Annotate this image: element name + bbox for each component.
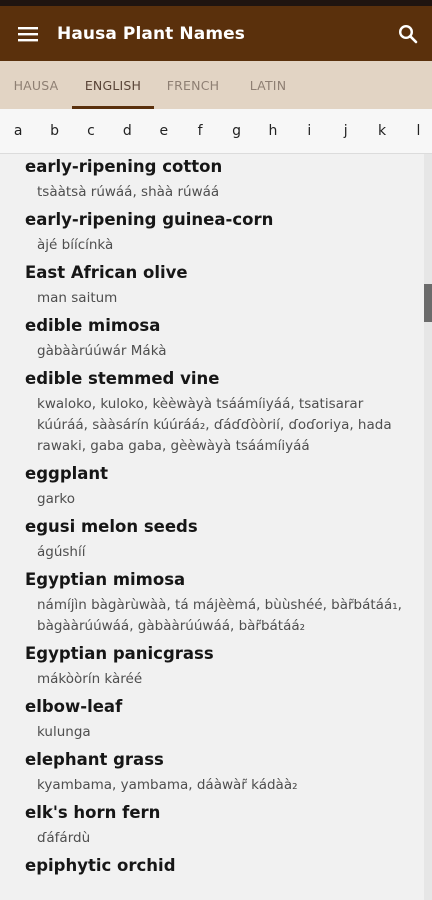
language-tabs: HAUSA ENGLISH FRENCH LATIN [0, 61, 432, 109]
english-name: epiphytic orchid [25, 856, 176, 875]
list-item[interactable]: Egyptian mimosa námíjìn bàgàrùwàà, tá má… [0, 567, 424, 641]
list-item[interactable]: early-ripening guinea-corn àjé bíícínkà [0, 207, 424, 260]
letter-e[interactable]: e [146, 123, 182, 139]
hausa-names: garko [37, 491, 75, 507]
english-name: Egyptian mimosa [25, 570, 186, 589]
list-item[interactable]: Egyptian panicgrass mákòòrín kàréé [0, 641, 424, 694]
hausa-names: man saitum [37, 290, 118, 306]
tab-hausa[interactable]: HAUSA [0, 61, 72, 109]
letter-j[interactable]: j [328, 123, 364, 139]
hausa-names: àjé bíícínkà [37, 237, 114, 253]
list-item[interactable]: early-ripening cotton tsààtsà rúwáá, shà… [0, 154, 424, 207]
list-item[interactable]: elephant grass kyambama, yambama, dáàwàr… [0, 747, 424, 800]
english-name: early-ripening cotton [25, 157, 223, 176]
list-item[interactable]: eggplant garko [0, 461, 424, 514]
app-bar: Hausa Plant Names [0, 6, 432, 61]
list-item[interactable]: elk's horn fern ɗáfárdù [0, 800, 424, 853]
letter-i[interactable]: i [291, 123, 327, 139]
hausa-names: námíjìn bàgàrùwàà, tá májèèmá, bùùshéé, … [37, 597, 402, 634]
english-name: East African olive [25, 263, 188, 282]
menu-icon [18, 26, 38, 41]
hausa-names: ágúshíí [37, 544, 86, 560]
letter-b[interactable]: b [36, 123, 72, 139]
letter-g[interactable]: g [218, 123, 254, 139]
letter-k[interactable]: k [364, 123, 400, 139]
hausa-names: mákòòrín kàréé [37, 671, 143, 687]
list-item[interactable]: East African olive man saitum [0, 260, 424, 313]
hausa-names: kwaloko, kuloko, kèèwàyà tsáámíiyáá, tsa… [37, 396, 392, 454]
hausa-names [25, 877, 424, 885]
list-item[interactable]: elbow-leaf kulunga [0, 694, 424, 747]
plant-name-list[interactable]: early-ripening cotton tsààtsà rúwáá, shà… [0, 154, 424, 900]
english-name: eggplant [25, 464, 109, 483]
list-item[interactable]: egusi melon seeds ágúshíí [0, 514, 424, 567]
search-icon [398, 24, 418, 43]
menu-button[interactable] [0, 6, 56, 61]
letter-f[interactable]: f [182, 123, 218, 139]
english-name: Egyptian panicgrass [25, 644, 214, 663]
app-title: Hausa Plant Names [57, 23, 245, 44]
english-name: early-ripening guinea-corn [25, 210, 274, 229]
hausa-names: ɗáfárdù [37, 830, 91, 846]
hausa-names: kulunga [37, 724, 91, 740]
english-name: egusi melon seeds [25, 517, 198, 536]
english-name: elephant grass [25, 750, 164, 769]
list-item[interactable]: edible mimosa gàbààrúúwár Mákà [0, 313, 424, 366]
hausa-names: kyambama, yambama, dáàwàr̃ kádàà₂ [37, 777, 298, 793]
tab-english[interactable]: ENGLISH [72, 61, 154, 109]
search-button[interactable] [384, 6, 432, 61]
alphabet-index: a b c d e f g h i j k l [0, 109, 432, 154]
english-name: edible mimosa [25, 316, 161, 335]
list-item[interactable]: edible stemmed vine kwaloko, kuloko, kèè… [0, 366, 424, 461]
hausa-names: gàbààrúúwár Mákà [37, 343, 167, 359]
letter-d[interactable]: d [109, 123, 145, 139]
letter-l[interactable]: l [400, 123, 432, 139]
list-item[interactable]: epiphytic orchid [0, 853, 424, 885]
tab-french[interactable]: FRENCH [154, 61, 232, 109]
tab-latin[interactable]: LATIN [232, 61, 304, 109]
hausa-names: tsààtsà rúwáá, shàà rúwáá [37, 184, 220, 200]
letter-c[interactable]: c [73, 123, 109, 139]
scroll-thumb[interactable] [424, 284, 432, 322]
english-name: elk's horn fern [25, 803, 161, 822]
scrollbar[interactable] [424, 154, 432, 900]
english-name: elbow-leaf [25, 697, 123, 716]
letter-a[interactable]: a [0, 123, 36, 139]
letter-h[interactable]: h [255, 123, 291, 139]
english-name: edible stemmed vine [25, 369, 220, 388]
